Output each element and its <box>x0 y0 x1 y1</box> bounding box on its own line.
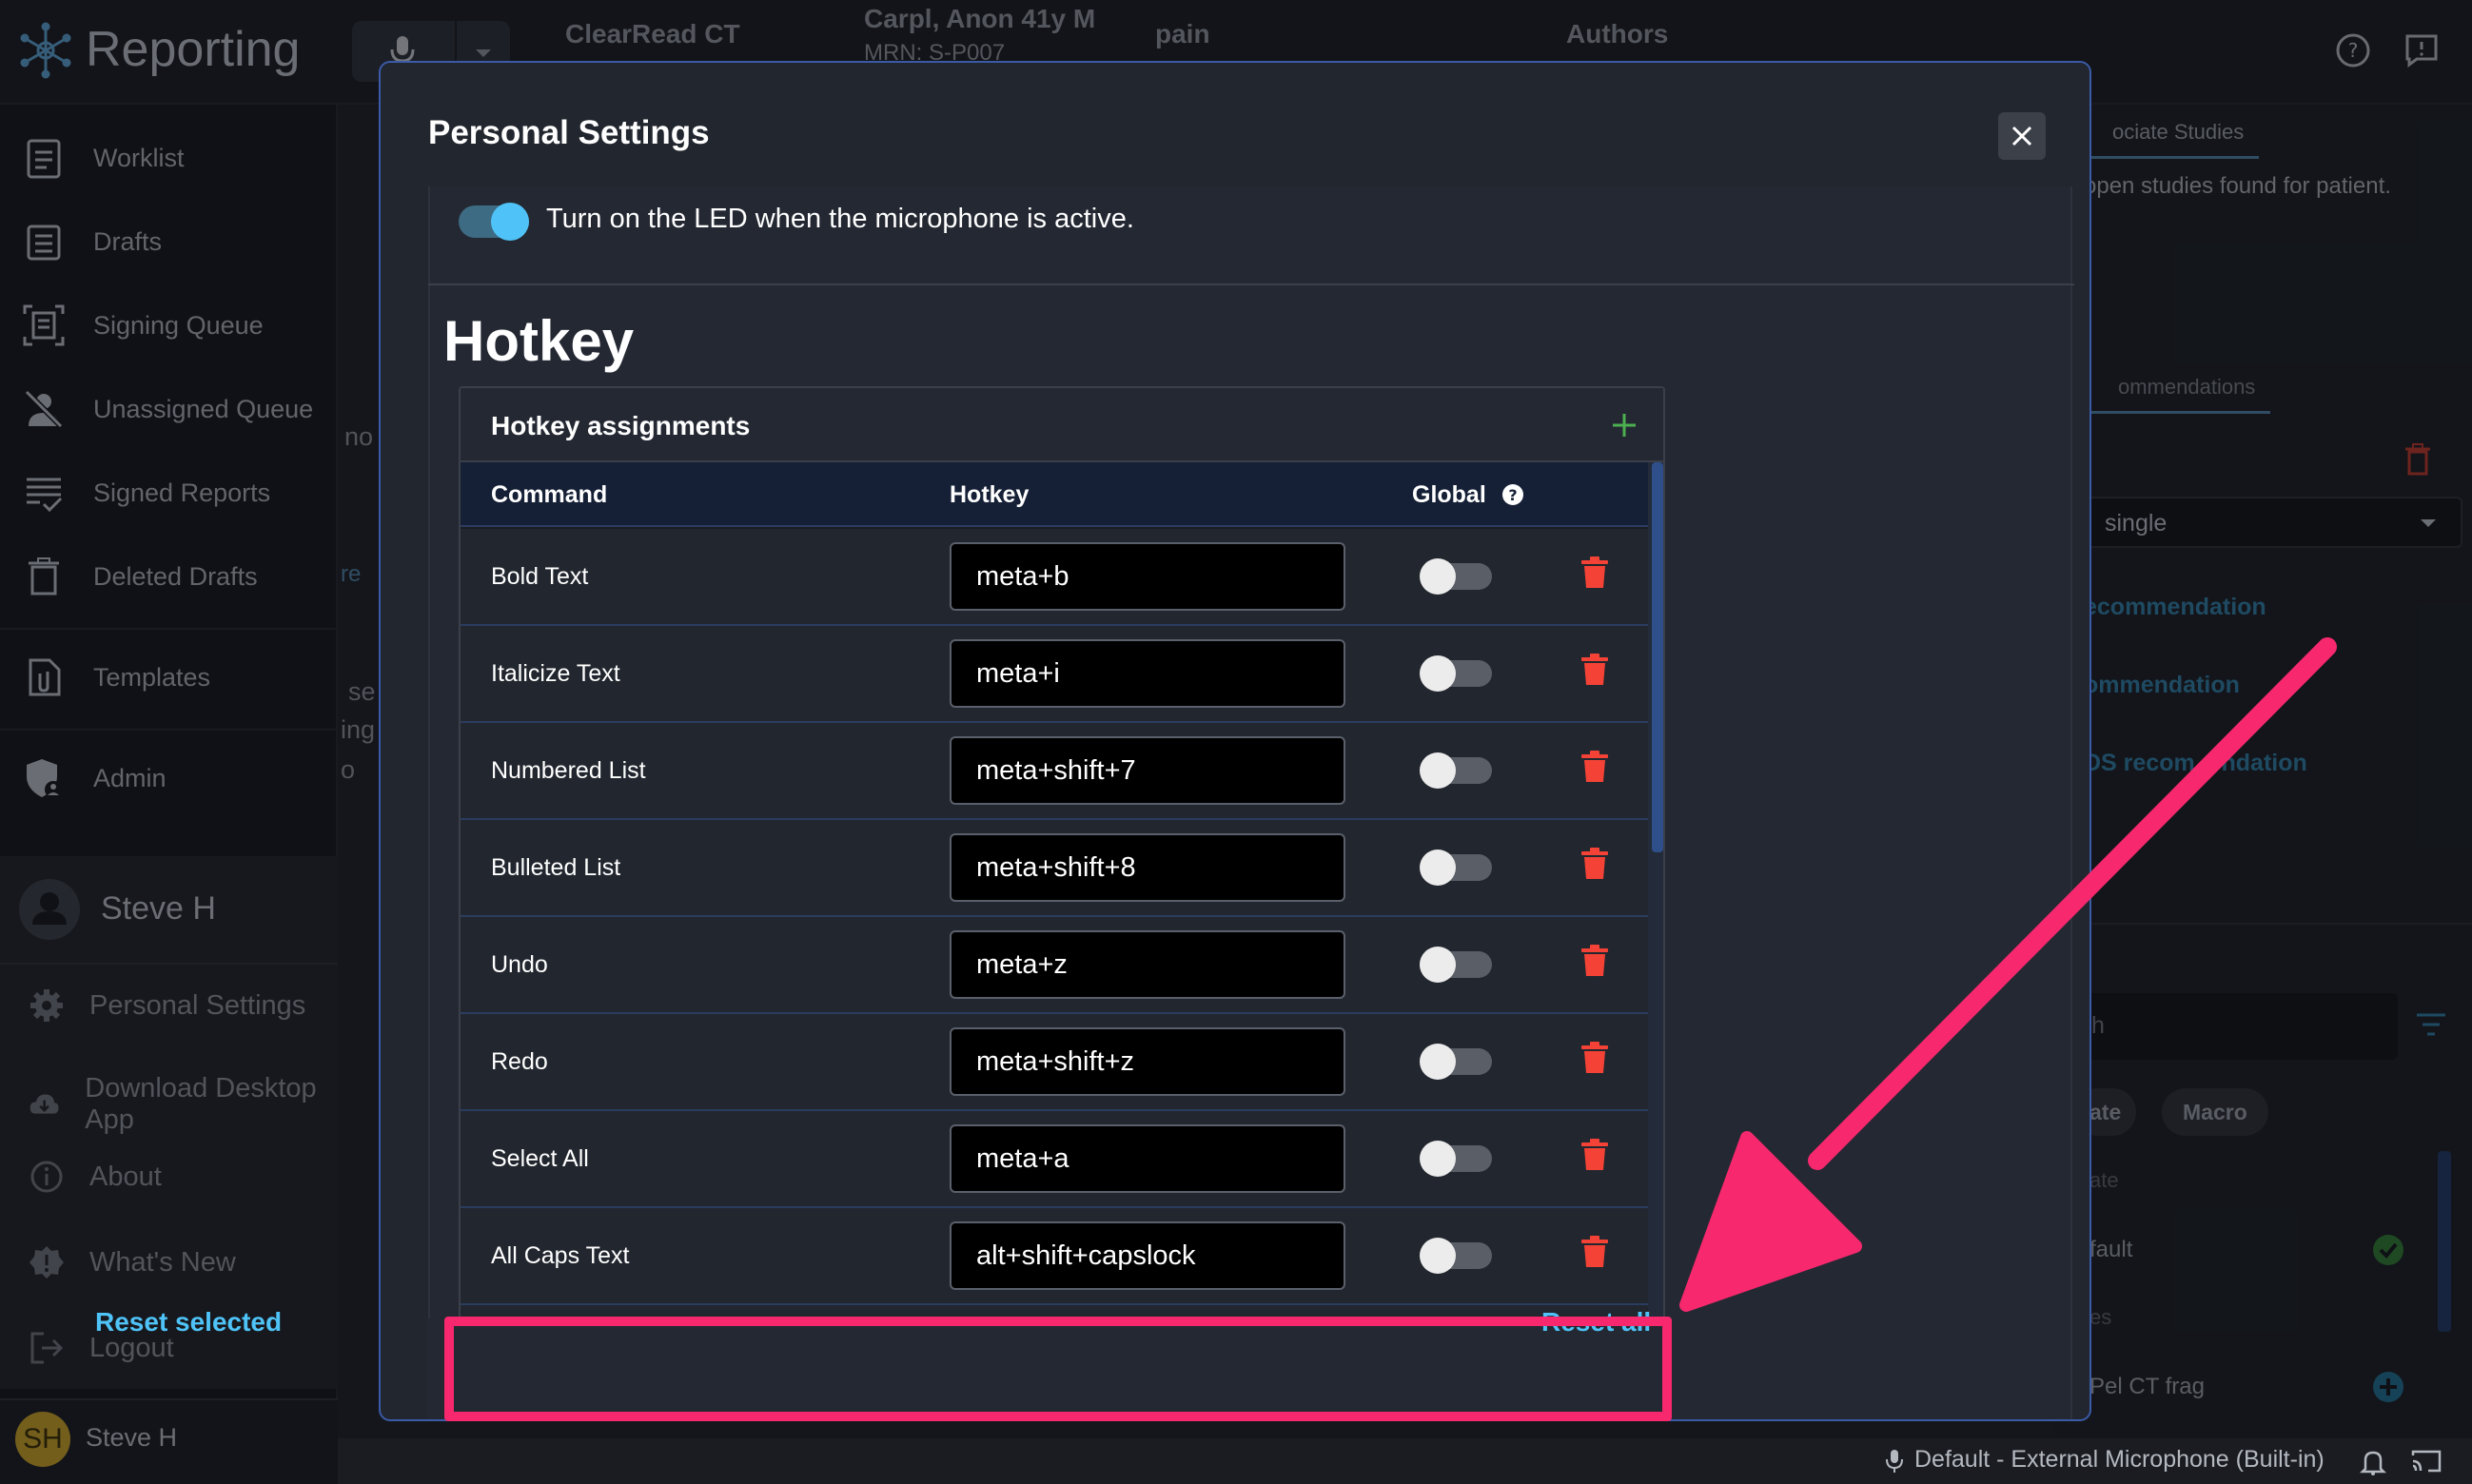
command-cell: Bold Text <box>491 563 589 590</box>
table-row[interactable]: Numbered List <box>461 723 1648 820</box>
command-cell: Undo <box>491 951 548 978</box>
table-row[interactable]: Redo <box>461 1014 1648 1111</box>
command-cell: Select All <box>491 1145 589 1172</box>
card-title: Hotkey assignments <box>491 411 751 440</box>
hotkey-input[interactable] <box>950 1027 1345 1096</box>
global-toggle[interactable] <box>1420 1141 1492 1177</box>
table-row[interactable]: All Caps Text <box>461 1208 1648 1305</box>
hotkey-input[interactable] <box>950 542 1345 611</box>
app-window: { "app": {"title": "Reporting", "user_na… <box>0 0 2472 1484</box>
global-toggle[interactable] <box>1420 849 1492 886</box>
led-toggle-label: Turn on the LED when the microphone is a… <box>546 204 1134 234</box>
cast-icon[interactable] <box>2411 1448 2442 1474</box>
svg-text:?: ? <box>1508 486 1517 504</box>
global-toggle[interactable] <box>1420 752 1492 789</box>
table-row[interactable]: Undo <box>461 917 1648 1014</box>
hotkey-input[interactable] <box>950 1124 1345 1193</box>
delete-row-icon[interactable] <box>1579 847 1610 881</box>
delete-row-icon[interactable] <box>1579 1041 1610 1075</box>
bell-icon[interactable] <box>2360 1448 2386 1476</box>
command-cell: Redo <box>491 1048 548 1075</box>
hotkey-input[interactable] <box>950 736 1345 805</box>
hotkey-assignments-card: Hotkey assignments Command Hotkey Global… <box>459 386 1665 1338</box>
hotkey-input[interactable] <box>950 833 1345 902</box>
hotkey-input[interactable] <box>950 639 1345 708</box>
table-header: Command Hotkey Global ? <box>461 462 1648 527</box>
global-toggle[interactable] <box>1420 947 1492 983</box>
table-row[interactable]: Select All <box>461 1111 1648 1208</box>
microphone-icon <box>1886 1450 1903 1473</box>
command-cell: All Caps Text <box>491 1242 630 1269</box>
table-row[interactable]: Italicize Text <box>461 626 1648 723</box>
close-button[interactable] <box>1998 112 2046 160</box>
modal-title: Personal Settings <box>428 114 710 151</box>
card-header: Hotkey assignments <box>461 388 1663 462</box>
scrollbar-thumb[interactable] <box>1652 462 1663 852</box>
personal-settings-modal: Personal Settings Turn on the LED when t… <box>379 61 2091 1421</box>
command-cell: Bulleted List <box>491 854 621 881</box>
global-toggle[interactable] <box>1420 558 1492 595</box>
global-toggle[interactable] <box>1420 1044 1492 1080</box>
command-cell: Italicize Text <box>491 660 620 687</box>
hotkey-input[interactable] <box>950 1221 1345 1290</box>
table-row[interactable]: Bold Text <box>461 529 1648 626</box>
table-scrollbar[interactable] <box>1648 462 1663 1336</box>
annotation-highlight-box <box>444 1317 1672 1421</box>
delete-row-icon[interactable] <box>1579 1235 1610 1269</box>
delete-row-icon[interactable] <box>1579 653 1610 687</box>
column-header-global: Global <box>1412 481 1486 508</box>
column-header-command: Command <box>491 481 608 508</box>
column-header-hotkey: Hotkey <box>950 481 1030 508</box>
plus-icon <box>1613 414 1636 437</box>
command-cell: Numbered List <box>491 757 646 784</box>
delete-row-icon[interactable] <box>1579 556 1610 590</box>
delete-row-icon[interactable] <box>1579 750 1610 784</box>
hotkey-input[interactable] <box>950 930 1345 999</box>
global-toggle[interactable] <box>1420 655 1492 692</box>
section-title-hotkey: Hotkey <box>443 309 635 373</box>
table-row[interactable]: Bulleted List <box>461 820 1648 917</box>
reset-selected-button[interactable]: Reset selected <box>95 1307 282 1338</box>
close-icon <box>2011 126 2032 146</box>
led-toggle[interactable] <box>459 203 529 241</box>
help-icon[interactable]: ? <box>1501 483 1524 506</box>
microphone-status[interactable]: Default - External Microphone (Built-in) <box>1914 1446 2325 1474</box>
delete-row-icon[interactable] <box>1579 1138 1610 1172</box>
global-toggle[interactable] <box>1420 1238 1492 1274</box>
delete-row-icon[interactable] <box>1579 944 1610 978</box>
add-hotkey-button[interactable] <box>1600 401 1648 449</box>
divider <box>428 283 2074 285</box>
